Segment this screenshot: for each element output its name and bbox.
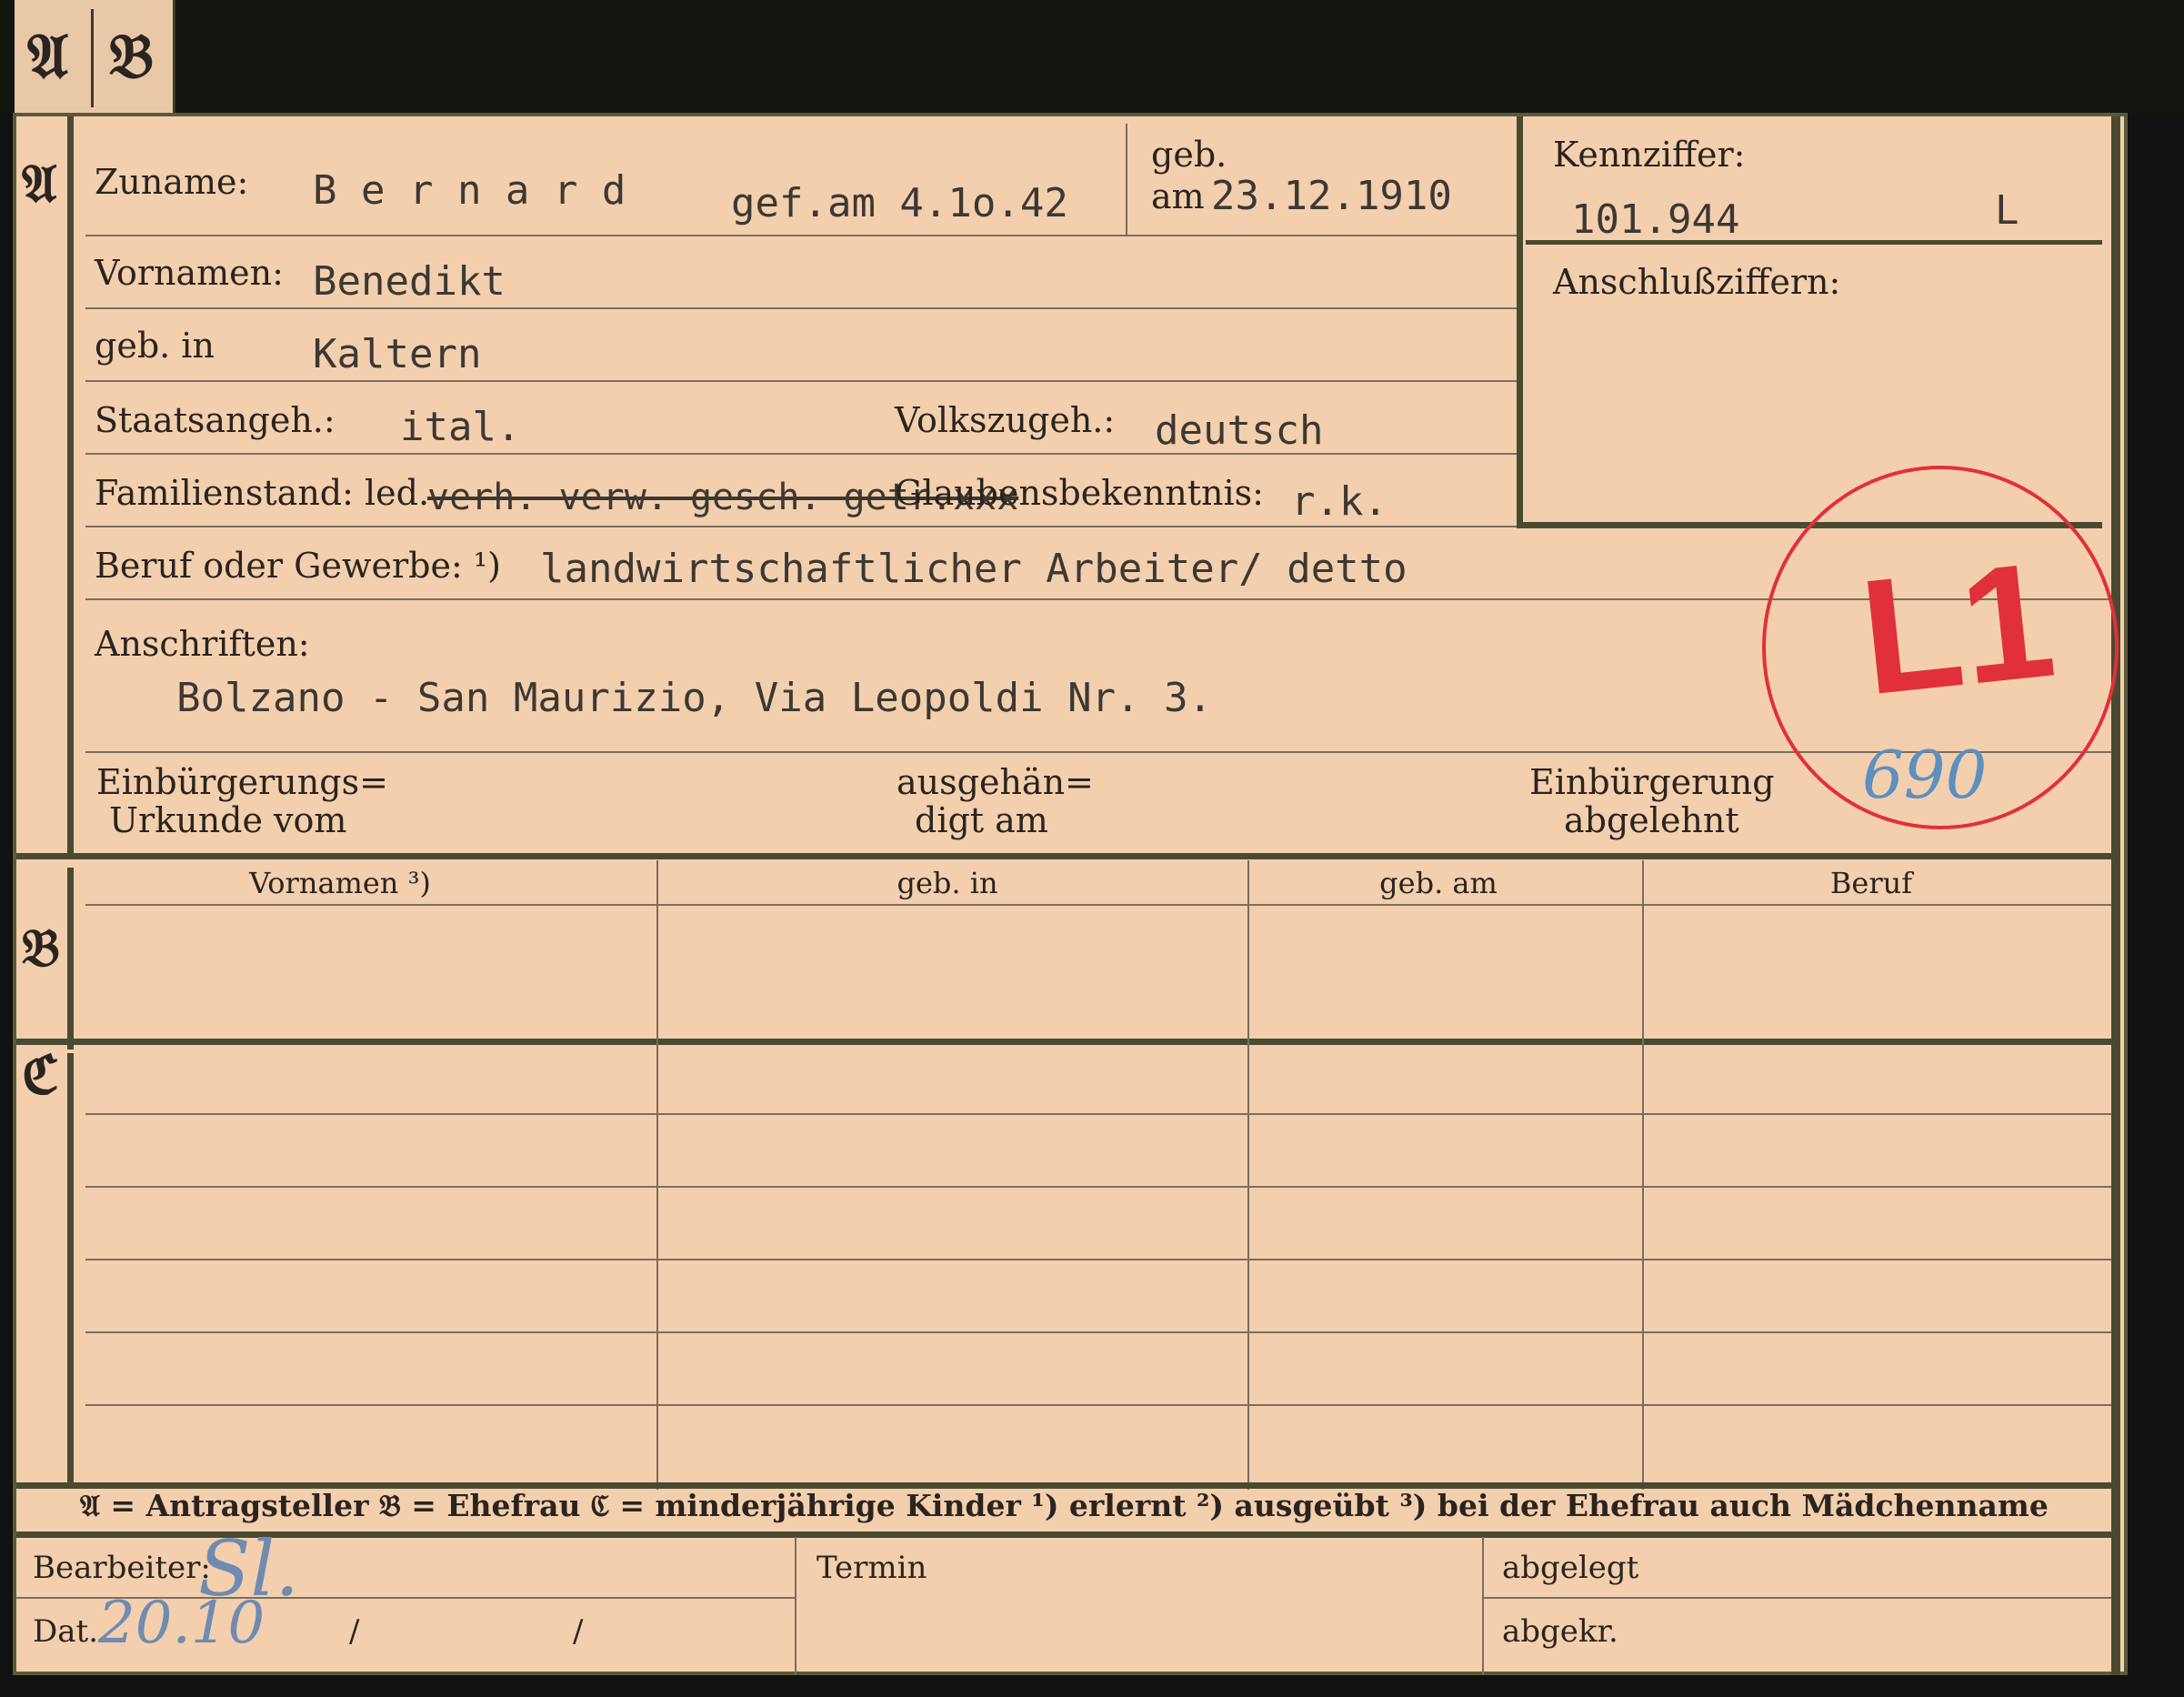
geb-divider <box>1126 124 1127 236</box>
row-line <box>85 904 2111 906</box>
geb-in-value: Kaltern <box>313 331 482 377</box>
kennziffer-box-left <box>1517 116 1523 527</box>
volkszugeh-value: deutsch <box>1155 407 1324 454</box>
col-header-vornamen: Vornamen ³) <box>249 866 431 900</box>
geb-am-label: am <box>1151 176 1205 216</box>
abgelehnt-label-1: Einbürgerung <box>1529 762 1775 802</box>
beruf-value: landwirtschaftlicher Arbeiter/ detto <box>540 546 1408 592</box>
card-right-border <box>2111 116 2120 1675</box>
ausgehaendigt-label-2: digt am <box>915 800 1048 840</box>
col-divider <box>1247 860 1249 1490</box>
row-line <box>85 1186 2111 1188</box>
row-line <box>1482 1597 2111 1599</box>
row-line <box>85 307 1517 309</box>
section-mark-a: 𝔄 <box>22 153 57 215</box>
registration-card: 𝔄 𝔅 ℭ Zuname: B e r n a r d gef.am 4.1o.… <box>13 113 2128 1675</box>
zuname-value: B e r n a r d <box>313 167 626 214</box>
dat-label: Dat. <box>33 1613 99 1650</box>
col-header-beruf: Beruf <box>1829 866 1913 900</box>
row-line <box>85 380 1517 382</box>
section-b-top <box>16 853 2111 859</box>
vornamen-value: Benedikt <box>313 258 506 305</box>
staatsangeh-label: Staatsangeh.: <box>95 400 336 440</box>
row-line <box>85 1113 2111 1115</box>
tab-letter-b: 𝔅 <box>109 20 155 93</box>
staatsangeh-value: ital. <box>400 404 521 450</box>
kennziffer-value: 101.944 <box>1571 196 1740 243</box>
stamp-number: 690 <box>1862 737 1988 813</box>
tab-divider <box>91 9 94 107</box>
abgelegt-label: abgelegt <box>1502 1550 1639 1586</box>
col-header-geb-am: geb. am <box>1379 866 1498 900</box>
section-a-border <box>67 116 74 853</box>
termin-label: Termin <box>816 1550 927 1586</box>
urkunde-label-1: Einbürgerungs= <box>96 762 388 802</box>
zuname-note: gef.am 4.1o.42 <box>731 180 1068 226</box>
beruf-label: Beruf oder Gewerbe: ¹) <box>95 546 501 586</box>
footer-divider <box>1482 1537 1484 1675</box>
anschluss-label: Anschlußziffern: <box>1553 262 1841 302</box>
card-tab: 𝔄 𝔅 <box>15 0 175 113</box>
anschriften-value: Bolzano - San Maurizio, Via Leopoldi Nr.… <box>176 675 1213 721</box>
section-mark-b: 𝔅 <box>22 917 60 979</box>
urkunde-label-2: Urkunde vom <box>109 800 347 840</box>
legend-text: 𝔄 = Antragsteller 𝔅 = Ehefrau ℭ = minder… <box>80 1488 2049 1523</box>
abgekr-label: abgekr. <box>1502 1613 1618 1650</box>
row-line <box>85 235 1517 236</box>
stamp-text: L1 <box>1853 527 2062 730</box>
zuname-label: Zuname: <box>95 162 249 202</box>
legend-bottom <box>16 1531 2111 1538</box>
date-separator-2: / <box>573 1613 584 1650</box>
geb-label: geb. <box>1151 135 1227 175</box>
row-line <box>85 526 1517 527</box>
glauben-value: r.k. <box>1291 478 1388 525</box>
footer-divider <box>795 1537 796 1675</box>
background-strip <box>0 0 2184 116</box>
dat-value: 20.10 <box>98 1590 265 1657</box>
anschriften-label: Anschriften: <box>95 624 310 664</box>
kennziffer-suffix: L <box>1995 187 2019 234</box>
familienstand-label: Familienstand: led. <box>95 473 430 513</box>
col-divider <box>656 860 658 1490</box>
geb-am-value: 23.12.1910 <box>1211 173 1452 219</box>
row-line <box>85 453 1517 455</box>
geb-in-label: geb. in <box>95 326 215 366</box>
row-line <box>85 1404 2111 1406</box>
section-b-border <box>67 868 74 1049</box>
vornamen-label: Vornamen: <box>95 253 284 293</box>
section-c-border <box>67 1053 74 1486</box>
row-line <box>85 1259 2111 1260</box>
section-mark-c: ℭ <box>22 1044 59 1106</box>
row-line <box>85 1331 2111 1333</box>
date-separator-1: / <box>349 1613 360 1650</box>
col-divider <box>1642 860 1644 1490</box>
volkszugeh-label: Volkszugeh.: <box>895 400 1116 440</box>
kennziffer-underline <box>1526 240 2102 245</box>
tab-letter-a: 𝔄 <box>27 20 69 93</box>
col-header-geb-in: geb. in <box>897 866 998 900</box>
glauben-label: Glaubensbekenntnis: <box>895 473 1264 513</box>
section-c-top <box>16 1039 2111 1045</box>
abgelehnt-label-2: abgelehnt <box>1564 800 1739 840</box>
bearbeiter-label: Bearbeiter: <box>33 1550 211 1586</box>
ausgehaendigt-label-1: ausgehän= <box>897 762 1094 802</box>
kennziffer-label: Kennziffer: <box>1553 135 1746 175</box>
